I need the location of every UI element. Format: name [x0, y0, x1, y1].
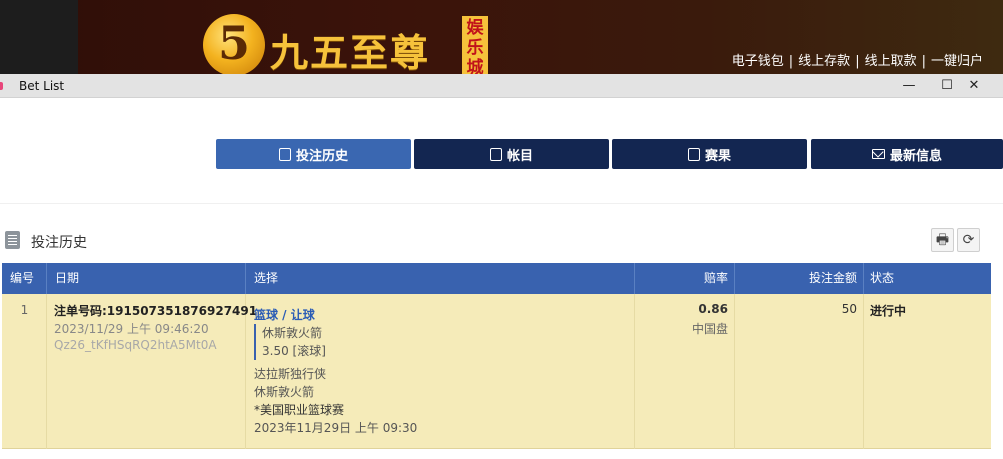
- tab-results[interactable]: 赛果: [612, 139, 807, 169]
- cell-odds: 0.86 中国盘: [635, 294, 735, 449]
- sport-market: 篮球 / 让球: [254, 308, 315, 322]
- tab-announcements[interactable]: 最新信息: [811, 139, 1003, 169]
- link-one-click-transfer[interactable]: 一键归户: [931, 54, 983, 69]
- cell-status: 进行中: [864, 294, 991, 449]
- transaction-code: Qz26_tKfHSqRQ2htA5Mt0A: [54, 338, 217, 352]
- table-row: 1 注单号码:191507351876927491 2023/11/29 上午 …: [2, 294, 991, 449]
- ticket-number: 注单号码:191507351876927491: [54, 304, 258, 318]
- cell-stake: 50: [735, 294, 864, 449]
- odds-value: 0.86: [698, 302, 728, 316]
- bet-datetime: 2023/11/29 上午 09:46:20: [54, 322, 209, 336]
- cell-no: 1: [2, 294, 47, 449]
- tab-label: 赛果: [704, 148, 731, 164]
- print-button[interactable]: 🖶: [931, 228, 954, 252]
- link-e-wallet[interactable]: 电子钱包: [732, 54, 784, 69]
- home-team: 达拉斯独行侠: [254, 367, 327, 381]
- ledger-icon: [489, 147, 502, 161]
- link-separator: |: [921, 54, 926, 69]
- table-header: 编号 日期 选择 赔率 投注金额 状态: [2, 263, 991, 294]
- status-badge: 进行中: [870, 304, 907, 318]
- cell-date: 注单号码:191507351876927491 2023/11/29 上午 09…: [47, 294, 257, 449]
- tab-statement[interactable]: 帐目: [414, 139, 609, 169]
- link-withdraw[interactable]: 线上取款: [865, 54, 917, 69]
- match-info: 达拉斯独行侠 休斯敦火箭 *美国职业篮球赛 2023年11月29日 上午 09:…: [254, 365, 417, 437]
- top-links: 电子钱包 | 线上存款 | 线上取款 | 一键归户: [732, 50, 983, 69]
- row-number: 1: [20, 303, 29, 317]
- minimize-button[interactable]: —: [899, 76, 919, 96]
- selection-line: 3.50 [滚球]: [262, 344, 326, 358]
- away-team: 休斯敦火箭: [254, 385, 315, 399]
- cell-selection: 篮球 / 让球 休斯敦火箭 3.50 [滚球] 达拉斯独行侠 休斯敦火箭 *美国…: [246, 294, 635, 449]
- banner-left-panel: [0, 0, 78, 75]
- logo-icon: 5: [203, 14, 265, 76]
- link-separator: |: [788, 54, 794, 69]
- section-title: 投注历史: [31, 235, 87, 251]
- header-no: 编号: [2, 263, 47, 294]
- logo-numeral: 5: [217, 16, 250, 70]
- receipt-icon: [278, 147, 291, 161]
- header-selection: 选择: [246, 263, 635, 294]
- header-date: 日期: [47, 263, 246, 294]
- tab-bet-history[interactable]: 投注历史: [216, 139, 411, 169]
- logo-subtitle: 娱乐城: [462, 16, 488, 78]
- refresh-icon: ⟳: [962, 232, 975, 248]
- league-name: *美国职业篮球赛: [254, 403, 345, 417]
- refresh-button[interactable]: ⟳: [957, 228, 980, 252]
- selection-box: 休斯敦火箭 3.50 [滚球]: [254, 324, 326, 360]
- history-icon: [5, 231, 20, 249]
- link-separator: |: [855, 54, 860, 69]
- window-titlebar: Bet List — ☐ ✕: [0, 74, 1003, 98]
- header-stake: 投注金额: [735, 263, 864, 294]
- window-title: Bet List: [19, 79, 65, 93]
- scoreboard-icon: [687, 147, 700, 161]
- divider: [0, 203, 1003, 204]
- tab-label: 投注历史: [295, 148, 348, 164]
- print-icon: 🖶: [935, 232, 950, 248]
- close-button[interactable]: ✕: [964, 76, 984, 96]
- mail-icon: [871, 149, 885, 159]
- odds-type: 中国盘: [691, 322, 728, 336]
- stake-amount: 50: [841, 302, 857, 316]
- header-status: 状态: [870, 271, 895, 285]
- selection-pick: 休斯敦火箭: [262, 326, 323, 340]
- site-banner: 5 九五至尊 娱乐城 电子钱包 | 线上存款 | 线上取款 | 一键归户: [0, 0, 1003, 78]
- logo-text: 九五至尊: [270, 30, 431, 75]
- tab-label: 最新信息: [889, 148, 942, 164]
- header-odds: 赔率: [635, 263, 735, 294]
- tab-label: 帐目: [506, 148, 533, 164]
- match-time: 2023年11月29日 上午 09:30: [254, 421, 418, 435]
- app-icon: [0, 82, 3, 90]
- maximize-button[interactable]: ☐: [937, 76, 957, 96]
- link-deposit[interactable]: 线上存款: [798, 54, 850, 69]
